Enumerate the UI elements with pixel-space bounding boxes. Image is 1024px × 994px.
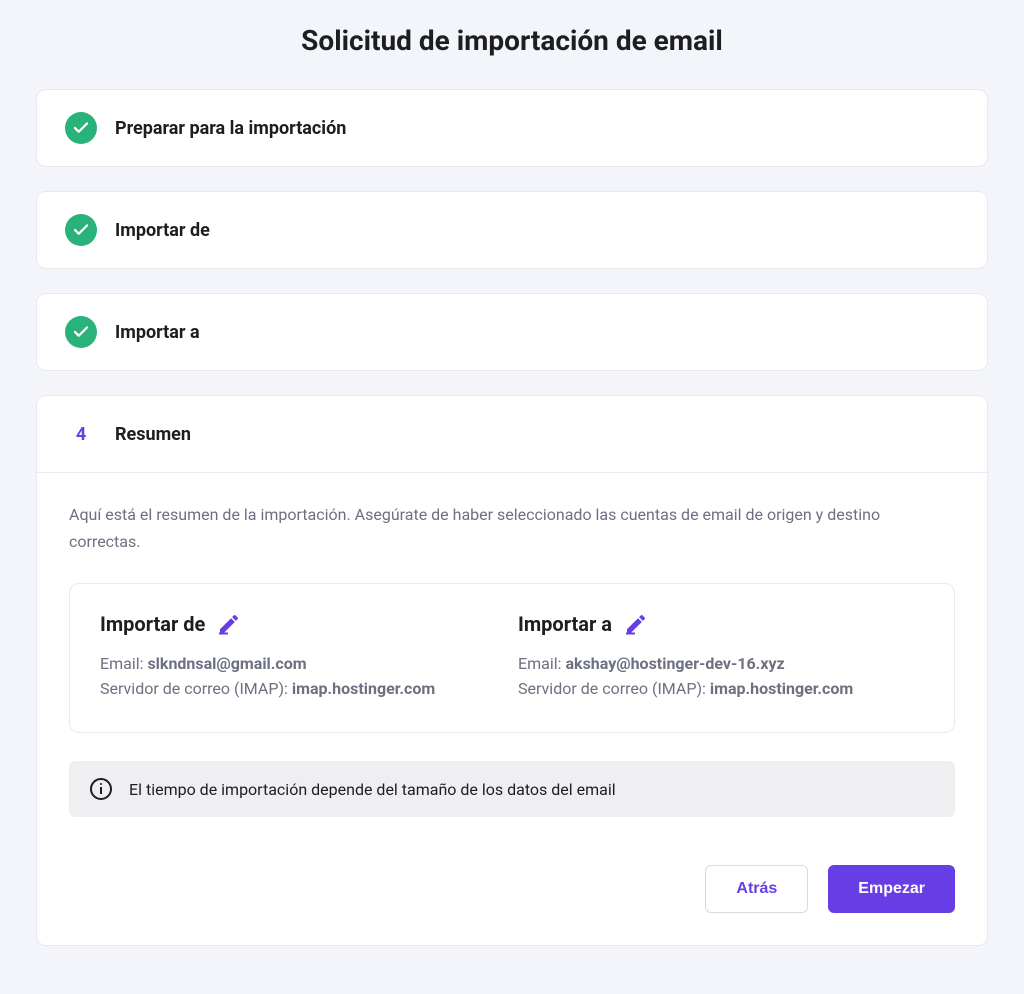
summary-to-email: Email: akshay@hostinger-dev-16.xyz (518, 654, 924, 673)
summary-box: Importar de Email: slkndnsal@gmail.com S… (69, 583, 955, 733)
page-title: Solicitud de importación de email (36, 24, 988, 57)
summary-from-title: Importar de (100, 612, 205, 636)
check-icon (65, 214, 97, 246)
info-text: El tiempo de importación depende del tam… (129, 780, 616, 799)
summary-from-server: Servidor de correo (IMAP): imap.hostinge… (100, 679, 506, 698)
step-card-prepare[interactable]: Preparar para la importación (36, 89, 988, 167)
check-icon (65, 112, 97, 144)
step-label: Preparar para la importación (115, 118, 346, 139)
edit-icon[interactable] (217, 612, 241, 636)
start-button[interactable]: Empezar (828, 865, 955, 913)
info-icon (89, 777, 113, 801)
check-icon (65, 316, 97, 348)
summary-to-title: Importar a (518, 612, 612, 636)
step-card-import-from[interactable]: Importar de (36, 191, 988, 269)
step-label: Importar a (115, 322, 200, 343)
back-button[interactable]: Atrás (705, 865, 808, 913)
summary-to: Importar a Email: akshay@hostinger-dev-1… (518, 612, 924, 704)
summary-to-server: Servidor de correo (IMAP): imap.hostinge… (518, 679, 924, 698)
edit-icon[interactable] (624, 612, 648, 636)
summary-from-email: Email: slkndnsal@gmail.com (100, 654, 506, 673)
info-banner: El tiempo de importación depende del tam… (69, 761, 955, 817)
summary-description: Aquí está el resumen de la importación. … (69, 501, 955, 555)
step-label: Resumen (115, 424, 191, 445)
button-row: Atrás Empezar (69, 865, 955, 913)
step-label: Importar de (115, 220, 210, 241)
step-card-import-to[interactable]: Importar a (36, 293, 988, 371)
summary-from: Importar de Email: slkndnsal@gmail.com S… (100, 612, 506, 704)
step-card-summary: 4 Resumen Aquí está el resumen de la imp… (36, 395, 988, 946)
step-number: 4 (65, 418, 97, 450)
